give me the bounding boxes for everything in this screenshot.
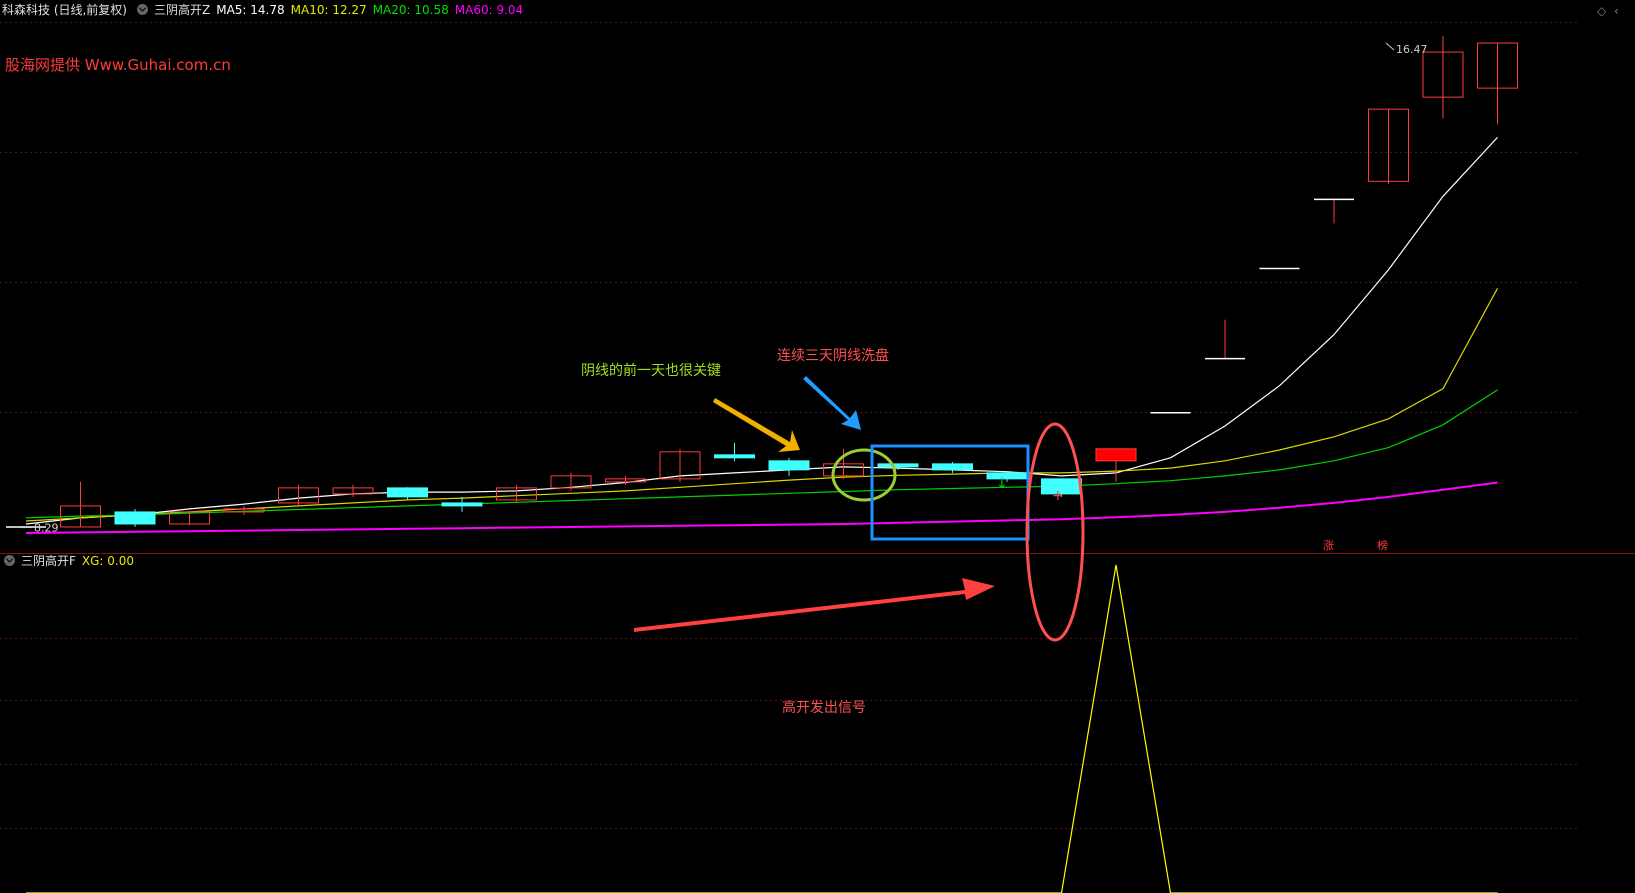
sub-indicator-name[interactable]: 三阴高开F xyxy=(21,554,76,568)
low-price-label: 8.29 xyxy=(34,522,59,535)
ma20-readout: MA20: 10.58 xyxy=(372,3,449,17)
sub-header: 三阴高开F XG: 0.00 xyxy=(0,551,140,571)
chart-title: 科森科技 (日线,前复权) xyxy=(2,3,127,17)
ma10-line xyxy=(25,288,1499,522)
ma60-readout: MA60: 9.04 xyxy=(454,3,524,17)
red-arrow xyxy=(634,578,995,632)
blue-arrow xyxy=(803,376,861,430)
ma20-line xyxy=(25,389,1498,519)
annotation-key-day: 阴线的前一天也很关键 xyxy=(581,363,721,379)
candle-body xyxy=(1095,448,1137,462)
signal-marker: + xyxy=(1052,488,1064,504)
ma10-readout: MA10: 12.27 xyxy=(290,3,367,17)
xg-readout: XG: 0.00 xyxy=(81,554,135,568)
candle-body xyxy=(387,487,428,498)
candle-body xyxy=(932,463,973,471)
annotation-three-bear: 连续三天阴线洗盘 xyxy=(777,348,889,364)
candle-body xyxy=(877,463,919,468)
high-price-label: 16.47 xyxy=(1396,43,1428,56)
candle-body xyxy=(441,502,483,507)
buy-marker: ↓ xyxy=(996,476,1008,492)
candle-body xyxy=(768,460,810,471)
dropdown-icon[interactable] xyxy=(4,555,15,566)
candle-body xyxy=(114,511,156,525)
limit-label: 榜 xyxy=(1377,538,1388,552)
ma5-line xyxy=(25,136,1498,525)
highlight-box xyxy=(870,444,1030,541)
high-price-pointer xyxy=(1385,42,1395,51)
chevron-left-icon[interactable]: ‹ xyxy=(1614,4,1619,18)
annotation-signal: 高开发出信号 xyxy=(782,700,866,716)
signal-ellipse xyxy=(1025,422,1085,642)
watermark: 股海网提供 Www.Guhai.com.cn xyxy=(5,56,231,74)
diamond-icon[interactable]: ◇ xyxy=(1597,4,1606,18)
ma5-readout: MA5: 14.78 xyxy=(216,3,285,17)
yellow-arrow xyxy=(713,398,800,452)
main-header: 科森科技 (日线,前复权) 三阴高开Z MA5: 14.78 MA10: 12.27 M… xyxy=(2,0,529,20)
dropdown-icon[interactable] xyxy=(137,4,148,15)
indicator-name[interactable]: 三阴高开Z xyxy=(154,3,210,17)
limit-label: 涨 xyxy=(1323,539,1334,552)
candle-body xyxy=(714,454,755,459)
ma60-line xyxy=(25,481,1498,534)
stock-chart[interactable]: 8.29 16.47 涨 榜 ↓ + xyxy=(0,0,1635,893)
